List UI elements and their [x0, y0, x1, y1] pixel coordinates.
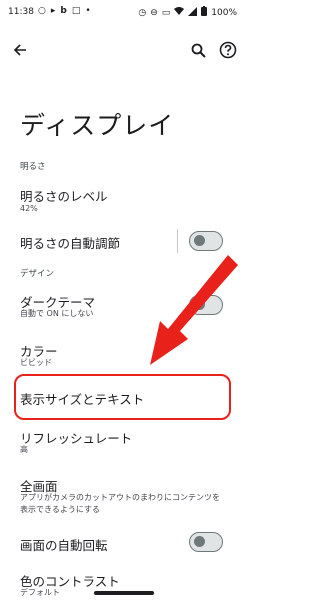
section-header-design: デザイン — [20, 269, 55, 279]
setting-title: 明るさの自動調節 — [20, 236, 121, 251]
setting-brightness-level[interactable]: 明るさのレベル 42% — [0, 178, 245, 220]
home-indicator[interactable] — [94, 591, 154, 595]
arrow-back-icon — [13, 44, 26, 56]
wifi-icon — [174, 6, 185, 19]
alarm-icon: ◷ — [138, 7, 147, 18]
setting-subtitle: 42% — [20, 204, 38, 213]
page-title: ディスプレイ — [20, 111, 175, 140]
help-button[interactable] — [216, 38, 240, 62]
video-icon: ▸ — [50, 6, 56, 16]
setting-subtitle-line2: 表示できるようにする — [20, 505, 100, 514]
setting-subtitle-line1: アプリがカメラのカットアウトのまわりにコンテンツを — [20, 493, 220, 502]
b-icon: b — [60, 6, 67, 16]
setting-refresh-rate[interactable]: リフレッシュレート 高 — [0, 422, 245, 458]
search-button[interactable] — [186, 38, 210, 62]
toggle-thumb — [194, 536, 205, 547]
arrow-annotation-icon — [150, 255, 238, 365]
search-icon — [191, 43, 206, 58]
setting-full-screen[interactable]: 全画面 アプリがカメラのカットアウトのまわりにコンテンツを 表示できるようにする — [0, 470, 245, 520]
signal-icon — [188, 6, 198, 19]
setting-title: リフレッシュレート — [20, 431, 133, 446]
system-status-icons: ◷ ⊖ ▭ 100% — [138, 6, 237, 19]
dot-icon: • — [85, 6, 91, 16]
section-header-brightness: 明るさ — [20, 162, 46, 172]
setting-subtitle: デフォルト — [20, 588, 60, 597]
battery-icon — [201, 6, 208, 19]
toggle-thumb — [194, 235, 205, 246]
status-bar: 11:38 ○ ▸ b □ • ◷ ⊖ ▭ 100% — [0, 0, 245, 24]
dnd-icon: ⊖ — [150, 7, 158, 18]
auto-rotate-toggle[interactable] — [189, 532, 223, 552]
setting-subtitle: 高 — [20, 445, 28, 454]
status-time: 11:38 — [8, 7, 34, 17]
battery-percent: 100% — [211, 7, 237, 18]
setting-subtitle: 自動で ON にしない — [20, 309, 94, 318]
bag-icon: □ — [71, 6, 81, 16]
notification-icons: ○ ▸ b □ • — [38, 6, 91, 16]
help-icon — [219, 41, 237, 59]
setting-auto-rotate[interactable]: 画面の自動回転 — [0, 530, 245, 556]
chat-icon: ○ — [38, 6, 46, 16]
setting-title: 画面の自動回転 — [20, 538, 108, 553]
back-button[interactable] — [8, 38, 32, 62]
setting-subtitle: ビビッド — [20, 358, 52, 367]
top-app-bar — [0, 30, 245, 70]
vibrate-icon: ▭ — [161, 7, 171, 18]
